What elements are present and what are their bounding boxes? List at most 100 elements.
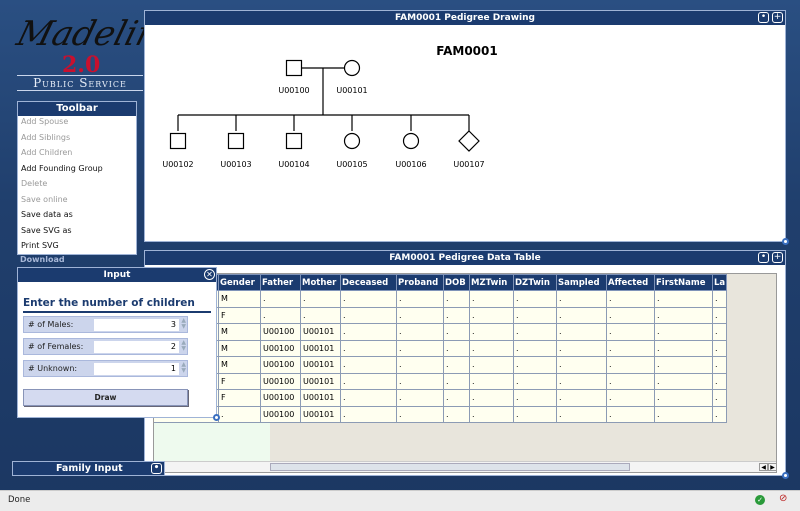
table-cell[interactable]: . xyxy=(443,306,470,324)
spinner-icon[interactable]: ▲ ▼ xyxy=(181,362,186,374)
column-header[interactable]: Affected xyxy=(606,274,655,291)
table-cell[interactable]: . xyxy=(469,323,514,341)
table-cell[interactable]: . xyxy=(513,405,557,423)
table-cell[interactable]: . xyxy=(556,290,607,308)
toolbar-item-save-svg-as[interactable]: Save SVG as xyxy=(21,226,72,235)
table-cell[interactable]: . xyxy=(300,306,341,324)
table-cell[interactable]: . xyxy=(396,323,444,341)
table-cell[interactable]: F xyxy=(218,306,261,324)
resize-handle-icon[interactable] xyxy=(213,414,220,421)
minimize-icon[interactable]: • xyxy=(758,252,769,263)
table-cell[interactable]: . xyxy=(340,323,397,341)
table-cell[interactable]: . xyxy=(469,290,514,308)
table-cell[interactable]: . xyxy=(712,323,727,341)
column-header[interactable]: Deceased xyxy=(340,274,397,291)
table-cell[interactable]: . xyxy=(712,306,727,324)
table-cell[interactable]: . xyxy=(606,323,655,341)
table-cell[interactable]: . xyxy=(396,356,444,374)
table-cell[interactable]: . xyxy=(654,405,713,423)
table-cell[interactable]: . xyxy=(340,389,397,407)
table-cell[interactable]: . xyxy=(556,389,607,407)
toolbar-item-delete[interactable]: Delete xyxy=(21,179,47,188)
table-cell[interactable]: . xyxy=(556,372,607,390)
table-cell[interactable]: . xyxy=(556,405,607,423)
table-cell[interactable]: . xyxy=(654,372,713,390)
table-cell[interactable]: U00101 xyxy=(300,323,341,341)
resize-handle-icon[interactable] xyxy=(782,472,789,479)
spinner-icon[interactable]: ▲ ▼ xyxy=(181,340,186,352)
table-cell[interactable]: . xyxy=(469,389,514,407)
expand-icon[interactable]: • xyxy=(151,463,162,474)
table-cell[interactable]: . xyxy=(654,306,713,324)
table-cell[interactable]: . xyxy=(712,389,727,407)
table-cell[interactable]: . xyxy=(606,356,655,374)
table-cell[interactable]: . xyxy=(396,405,444,423)
individual-male-symbol[interactable] xyxy=(169,132,187,150)
count-input[interactable]: 1 xyxy=(94,363,179,375)
table-cell[interactable]: U00100 xyxy=(260,389,301,407)
individual-female-symbol[interactable] xyxy=(343,132,361,150)
table-cell[interactable]: . xyxy=(469,339,514,357)
column-header[interactable]: FirstName xyxy=(654,274,713,291)
table-cell[interactable]: M xyxy=(218,356,261,374)
column-header[interactable]: Sampled xyxy=(556,274,607,291)
toolbar-item-add-founding-group[interactable]: Add Founding Group xyxy=(21,164,103,173)
table-cell[interactable]: . xyxy=(606,306,655,324)
table-cell[interactable]: U00101 xyxy=(300,372,341,390)
table-cell[interactable]: . xyxy=(712,356,727,374)
table-cell[interactable]: . xyxy=(654,290,713,308)
resize-handle-icon[interactable] xyxy=(782,238,789,245)
table-cell[interactable]: U00101 xyxy=(300,389,341,407)
draw-button[interactable]: Draw xyxy=(23,389,188,406)
table-cell[interactable]: . xyxy=(712,290,727,308)
column-header[interactable]: Mother xyxy=(300,274,341,291)
table-cell[interactable]: . xyxy=(340,405,397,423)
table-cell[interactable]: . xyxy=(218,405,261,423)
table-cell[interactable]: . xyxy=(556,339,607,357)
individual-unknown-symbol[interactable] xyxy=(458,130,480,152)
individual-male-symbol[interactable] xyxy=(285,59,303,77)
maximize-icon[interactable]: + xyxy=(772,12,783,23)
table-cell[interactable]: . xyxy=(340,356,397,374)
table-cell[interactable]: M xyxy=(218,290,261,308)
table-cell[interactable]: . xyxy=(513,339,557,357)
table-cell[interactable]: . xyxy=(469,306,514,324)
column-header[interactable]: DZTwin xyxy=(513,274,557,291)
table-cell[interactable]: . xyxy=(556,323,607,341)
table-cell[interactable]: . xyxy=(396,339,444,357)
toolbar-item-add-children[interactable]: Add Children xyxy=(21,148,72,157)
table-cell[interactable]: . xyxy=(443,405,470,423)
table-cell[interactable]: . xyxy=(443,372,470,390)
count-input[interactable]: 3 xyxy=(94,319,179,331)
column-header[interactable]: La xyxy=(712,274,727,291)
toolbar-item-save-online[interactable]: Save online xyxy=(21,195,68,204)
table-cell[interactable]: U00100 xyxy=(260,323,301,341)
toolbar-item-save-data-as[interactable]: Save data as xyxy=(21,210,73,219)
table-cell[interactable]: . xyxy=(443,389,470,407)
column-header[interactable]: MZTwin xyxy=(469,274,514,291)
table-cell[interactable]: . xyxy=(654,356,713,374)
scrollbar-thumb[interactable] xyxy=(270,463,630,471)
table-cell[interactable]: . xyxy=(443,323,470,341)
popup-blocked-icon[interactable]: ⊘ xyxy=(779,493,787,504)
table-cell[interactable]: . xyxy=(556,356,607,374)
table-cell[interactable]: U00100 xyxy=(260,405,301,423)
table-cell[interactable]: U00101 xyxy=(300,356,341,374)
table-cell[interactable]: U00100 xyxy=(260,339,301,357)
table-cell[interactable]: . xyxy=(712,372,727,390)
table-cell[interactable]: . xyxy=(513,290,557,308)
table-cell[interactable]: . xyxy=(606,339,655,357)
spinner-icon[interactable]: ▲ ▼ xyxy=(181,318,186,330)
pedigree-canvas[interactable]: FAM0001 U00100 U00101 U00102 U00103 U00104 U00… xyxy=(145,25,785,241)
download-link[interactable]: Download xyxy=(20,255,65,264)
scroll-left-icon[interactable]: ◀ xyxy=(759,463,768,471)
table-cell[interactable]: . xyxy=(606,372,655,390)
table-cell[interactable]: . xyxy=(443,290,470,308)
table-cell[interactable]: . xyxy=(606,389,655,407)
family-input-bar[interactable]: Family Input • xyxy=(12,461,165,476)
column-header[interactable]: Gender xyxy=(218,274,261,291)
table-cell[interactable]: . xyxy=(260,290,301,308)
table-cell[interactable]: U00100 xyxy=(260,356,301,374)
table-cell[interactable]: . xyxy=(396,372,444,390)
table-cell[interactable]: F xyxy=(218,372,261,390)
